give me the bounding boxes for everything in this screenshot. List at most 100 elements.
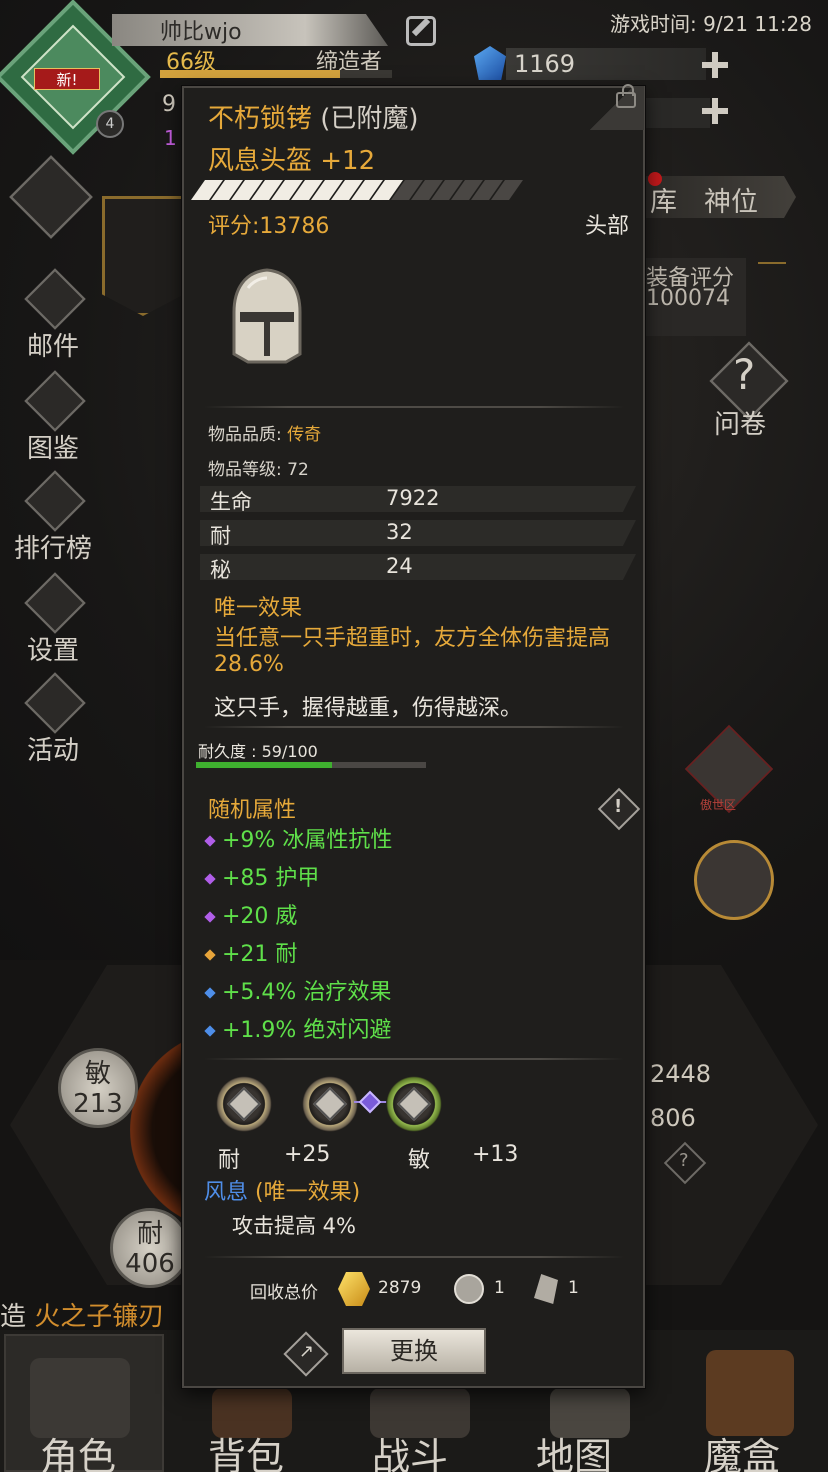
pointer-line: [758, 262, 786, 264]
purple-diamond-icon: [204, 911, 216, 923]
divider: [204, 1256, 624, 1258]
share-icon[interactable]: ↗: [299, 1341, 314, 1362]
socket-stat-name: 敏: [408, 1148, 431, 1173]
winged-emblem-icon[interactable]: [694, 840, 774, 920]
player-name-bar: [112, 14, 388, 46]
affix-text: +5.4% 治疗效果: [222, 980, 392, 1005]
leaderboard-icon: [24, 470, 86, 532]
set-effect: 攻击提高 4%: [232, 1214, 356, 1238]
item-name: 不朽锁铐 (已附魔): [208, 98, 419, 135]
mail-icon: [24, 268, 86, 330]
sidebar-item-mail[interactable]: 邮件: [8, 268, 98, 370]
enchanted-tag: (已附魔): [320, 104, 419, 134]
add-gems-plus-icon[interactable]: [702, 52, 728, 78]
stat-value: 213: [73, 1089, 123, 1119]
book-icon: [24, 370, 86, 432]
player-name: 帅比wjo: [160, 20, 242, 45]
nav-backpack[interactable]: 背包: [208, 1426, 284, 1472]
item-slot: 头部: [585, 214, 630, 239]
recycle-mat1: 1: [494, 1278, 505, 1298]
server-label: 傲世区: [700, 798, 737, 812]
socket-stat-value: +25: [284, 1142, 331, 1167]
hp-value-fragment: 9: [162, 92, 176, 117]
blue-diamond-icon: [204, 1025, 216, 1037]
gem-socket[interactable]: [302, 1076, 358, 1132]
affix-line: +5.4% 治疗效果: [204, 974, 392, 1006]
stat-name: 秘: [210, 558, 231, 582]
sidebar-item-leaderboard[interactable]: 排行榜: [8, 470, 98, 572]
stat-value-a: 2448: [650, 1060, 712, 1088]
item-type: 风息头盔 +12: [208, 146, 376, 176]
nav-magic-box[interactable]: 魔盒: [704, 1426, 780, 1472]
add-currency-plus-icon[interactable]: [702, 98, 728, 124]
event-icon: [24, 672, 86, 734]
gem-socket[interactable]: [216, 1076, 272, 1132]
new-badge: 新!: [34, 68, 100, 90]
unique-effect-title: 唯一效果: [214, 596, 303, 621]
stat-name: 耐: [210, 524, 231, 548]
xp-bar-fill: [160, 70, 340, 78]
recycle-gold: 2879: [378, 1278, 422, 1298]
stamina-stat: 耐 406: [110, 1208, 190, 1288]
item-name-text: 不朽锁铐: [208, 104, 313, 134]
set-tag: (唯一效果): [255, 1180, 361, 1205]
gem-count: 1169: [514, 50, 576, 78]
set-name: 风息: [204, 1180, 249, 1205]
affix-line: +20 威: [204, 898, 298, 930]
item-quality: 物品品质: 传奇: [208, 420, 321, 445]
tab-storage[interactable]: 库: [650, 180, 677, 219]
nav-character[interactable]: 角色: [40, 1426, 116, 1472]
exclamation-icon: !: [614, 796, 623, 817]
stat-name: 生命: [210, 490, 252, 514]
avatar-level-badge: 4: [96, 110, 124, 138]
sidebar-item-codex[interactable]: 图鉴: [8, 370, 98, 472]
nav-battle[interactable]: 战斗: [372, 1426, 448, 1472]
agility-stat: 敏 213: [58, 1048, 138, 1128]
sidebar-label: 图鉴: [26, 434, 79, 464]
mp-value-fragment: 1: [164, 126, 177, 150]
quality-label: 物品品质:: [208, 425, 288, 445]
unique-effect-desc: 当任意一只手超重时，友方全体伤害提高 28.6%: [214, 626, 611, 677]
stat-value: 7922: [386, 486, 440, 510]
flavor-text: 这只手，握得越重，伤得越深。: [214, 696, 523, 721]
stat-value-b: 806: [650, 1104, 696, 1132]
random-attributes-title: 随机属性: [208, 798, 297, 823]
blue-diamond-icon: [204, 987, 216, 999]
item-level: 物品等级: 72: [208, 460, 309, 480]
banner-decoration: [102, 196, 184, 316]
question-icon: ?: [733, 350, 756, 399]
stat-row: [200, 520, 636, 546]
affix-text: +85 护甲: [222, 866, 320, 891]
affix-text: +1.9% 绝对闪避: [222, 1018, 392, 1043]
stat-value: 32: [386, 520, 413, 544]
affix-line: +21 耐: [204, 936, 297, 968]
sidebar-label: 活动: [26, 736, 79, 766]
rune-icon: [313, 1087, 347, 1121]
forge-ticker: 造 火之子镰刃: [0, 1296, 164, 1333]
stat-row: [200, 554, 636, 580]
affix-line: +9% 冰属性抗性: [204, 822, 392, 854]
sidebar-item-events[interactable]: 活动: [8, 672, 98, 774]
sidebar-label: 排行榜: [13, 534, 92, 564]
affix-line: +85 护甲: [204, 860, 320, 892]
quality-value: 传奇: [287, 425, 322, 445]
forge-item: 火之子镰刃: [34, 1302, 165, 1332]
lock-icon[interactable]: [616, 84, 636, 108]
orange-diamond-icon: [204, 949, 216, 961]
affix-text: +20 威: [222, 904, 298, 929]
edit-name-icon[interactable]: [406, 16, 436, 46]
sidebar-item-settings[interactable]: 设置: [8, 572, 98, 674]
affix-line: +1.9% 绝对闪避: [204, 1012, 392, 1044]
survey-label[interactable]: 问卷: [714, 404, 766, 441]
quality-stripe-bar: [190, 180, 524, 202]
stat-label: 敏: [84, 1059, 111, 1089]
nav-map[interactable]: 地图: [536, 1426, 612, 1472]
magic-box-icon: [706, 1350, 794, 1436]
divider: [204, 1058, 624, 1060]
recycle-label: 回收总价: [250, 1283, 318, 1303]
gem-socket[interactable]: [386, 1076, 442, 1132]
tab-shenwei[interactable]: 神位: [704, 180, 758, 219]
replace-button[interactable]: 更换: [342, 1328, 486, 1374]
forge-prefix: 造: [0, 1302, 27, 1332]
set-title: 风息 (唯一效果): [204, 1174, 360, 1206]
